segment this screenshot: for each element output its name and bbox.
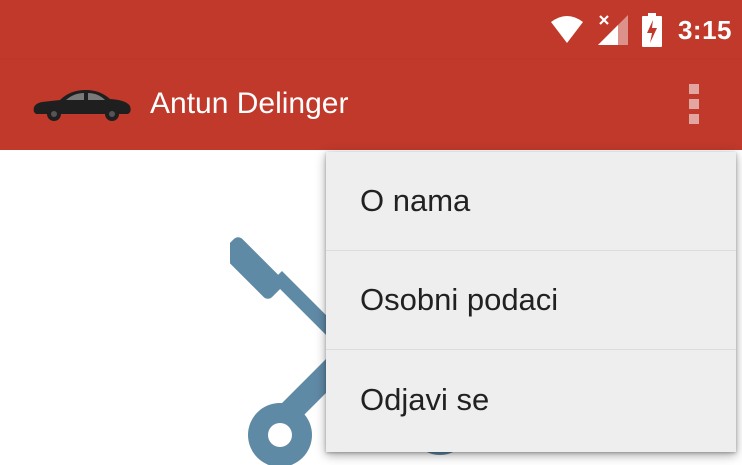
app-bar: Antun Delinger: [0, 60, 742, 150]
more-vert-icon: [689, 84, 699, 124]
menu-item-label: O nama: [360, 183, 471, 218]
app-title: Antun Delinger: [150, 87, 349, 120]
menu-item-about[interactable]: O nama: [326, 152, 736, 251]
signal-no-sim-icon: [596, 13, 630, 47]
wifi-icon: [550, 16, 584, 44]
status-bar: 3:15: [0, 0, 742, 60]
overflow-menu-button[interactable]: [666, 76, 722, 132]
menu-item-personal-data[interactable]: Osobni podaci: [326, 251, 736, 350]
overflow-popup-menu: O nama Osobni podaci Odjavi se: [326, 152, 736, 452]
battery-charging-icon: [641, 13, 662, 47]
menu-item-logout[interactable]: Odjavi se: [326, 350, 736, 450]
menu-item-label: Osobni podaci: [360, 282, 559, 317]
menu-item-label: Odjavi se: [360, 382, 490, 417]
car-icon: [30, 84, 134, 124]
status-time: 3:15: [677, 14, 732, 45]
status-icons: 3:15: [550, 10, 732, 50]
app-screen: 3:15 Antun Delinger O nama Osobni podaci…: [0, 0, 742, 465]
